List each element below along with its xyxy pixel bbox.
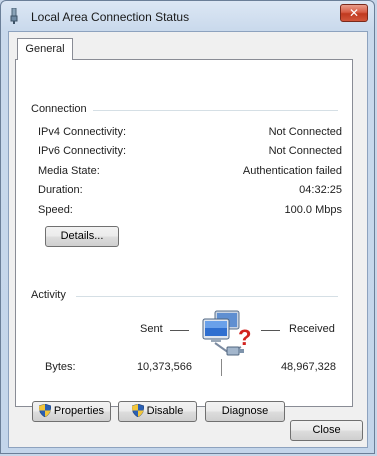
close-button[interactable]: Close: [290, 420, 363, 441]
network-problem-icon: ?: [201, 309, 255, 359]
sent-label: Sent: [140, 323, 163, 335]
speed-label: Speed:: [38, 204, 73, 216]
disable-button[interactable]: Disable: [118, 401, 197, 422]
window-close-button[interactable]: ✕: [340, 4, 368, 22]
uac-shield-icon: [131, 403, 144, 424]
connection-heading: Connection: [31, 103, 93, 115]
bytes-separator: [221, 359, 222, 376]
title-bar: Local Area Connection Status ✕: [1, 1, 374, 31]
properties-label: Properties: [53, 405, 105, 417]
activity-heading: Activity: [31, 289, 72, 301]
disable-label: Disable: [146, 405, 184, 417]
status-window: Local Area Connection Status ✕ General C…: [0, 0, 375, 454]
diagnose-button[interactable]: Diagnose: [205, 401, 285, 422]
tab-general[interactable]: General: [17, 38, 73, 60]
ipv6-value: Not Connected: [268, 145, 342, 157]
media-state-label: Media State:: [38, 165, 100, 177]
network-plug-icon: [7, 7, 21, 24]
activity-divider: [76, 296, 338, 297]
received-label: Received: [289, 323, 335, 335]
received-connector-line: [261, 330, 280, 331]
bytes-sent-value: 10,373,566: [136, 361, 192, 373]
uac-shield-icon: [38, 403, 52, 424]
ipv6-label: IPv6 Connectivity:: [38, 145, 127, 157]
media-state-value: Authentication failed: [242, 165, 342, 177]
connection-divider: [88, 110, 338, 111]
ipv4-value: Not Connected: [268, 126, 342, 138]
details-button[interactable]: Details...: [45, 226, 119, 247]
sent-connector-line: [170, 330, 189, 331]
window-title: Local Area Connection Status: [31, 10, 190, 24]
duration-value: 04:32:25: [299, 184, 342, 196]
duration-label: Duration:: [38, 184, 83, 196]
dialog-body: General Connection IPv4 Connectivity: No…: [8, 31, 368, 448]
svg-text:?: ?: [238, 325, 251, 350]
ipv4-label: IPv4 Connectivity:: [38, 126, 127, 138]
bytes-received-value: 48,967,328: [280, 361, 336, 373]
bytes-label: Bytes:: [45, 361, 76, 373]
general-tab-panel: Connection IPv4 Connectivity: Not Connec…: [15, 59, 353, 422]
speed-value: 100.0 Mbps: [284, 204, 342, 216]
properties-button[interactable]: Properties: [32, 401, 111, 422]
